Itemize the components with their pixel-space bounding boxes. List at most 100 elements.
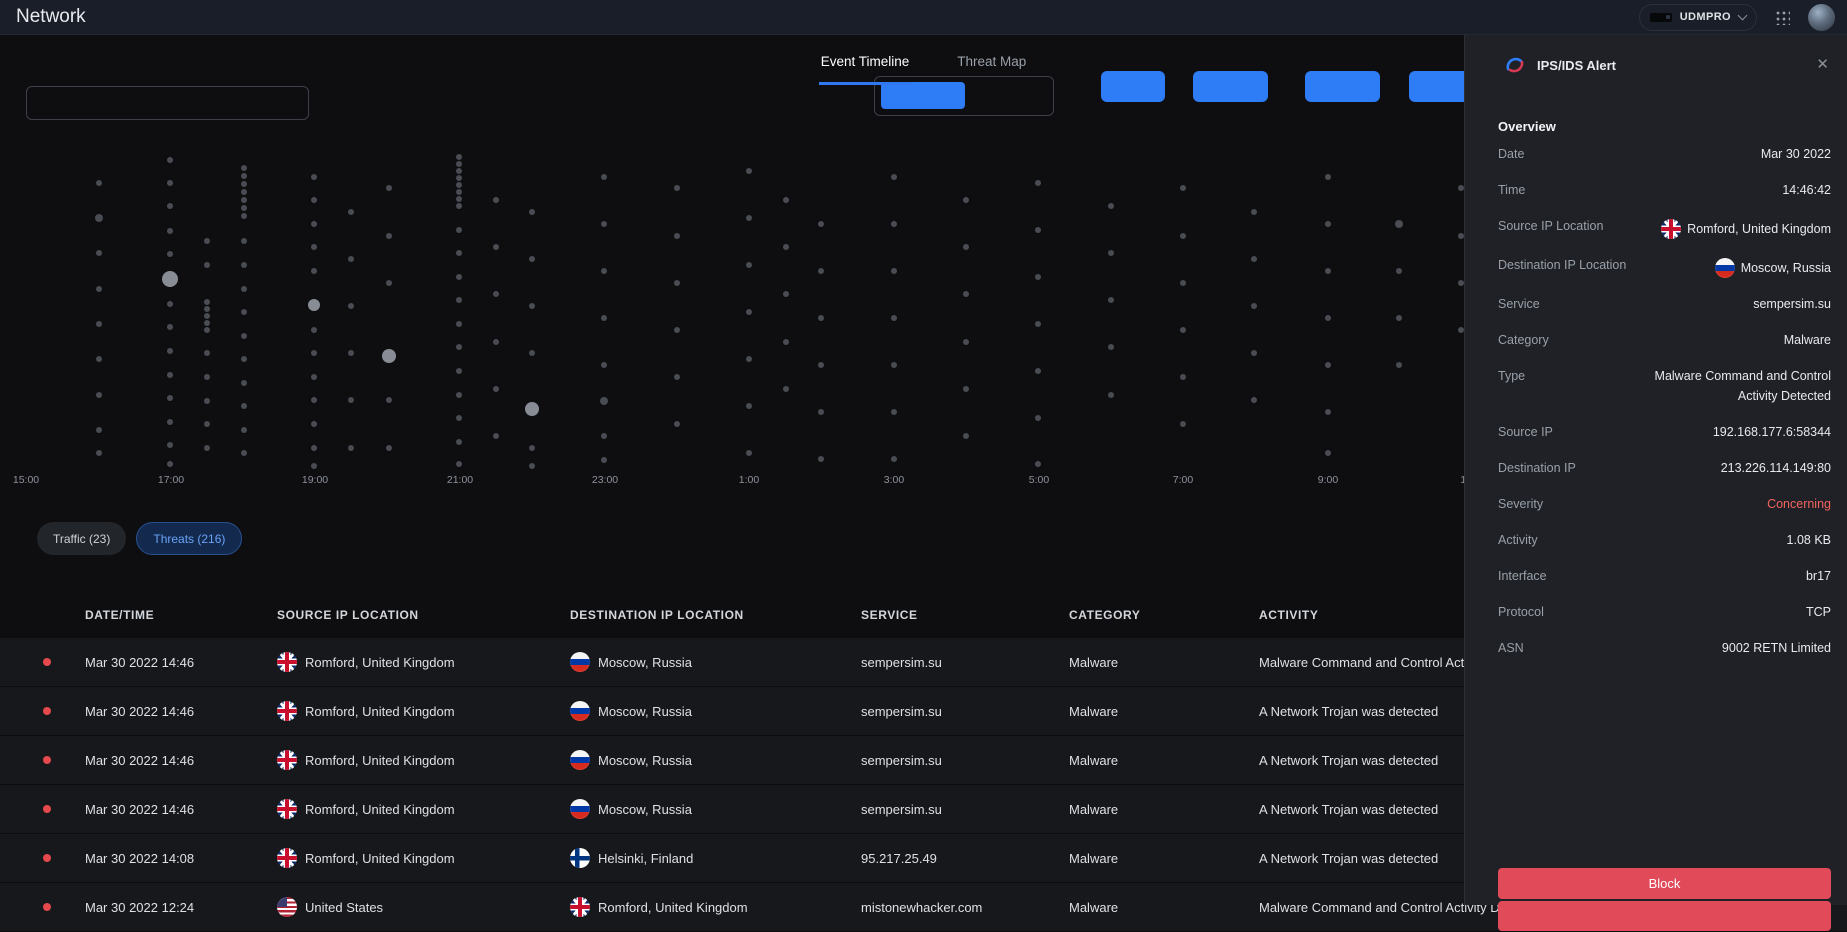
event-dot[interactable] [167,180,173,186]
event-dot[interactable] [601,174,607,180]
event-dot[interactable] [456,321,462,327]
event-dot[interactable] [1108,344,1114,350]
event-dot[interactable] [746,168,752,174]
event-dot[interactable] [241,356,247,362]
event-dot[interactable] [204,374,210,380]
event-dot[interactable] [746,262,752,268]
event-dot[interactable] [96,250,102,256]
event-dot[interactable] [167,442,173,448]
event-dot[interactable] [95,214,103,222]
event-dot[interactable] [386,233,392,239]
chip-traffic[interactable]: Traffic (23) [37,522,126,555]
event-dot[interactable] [1251,350,1257,356]
event-dot[interactable] [241,380,247,386]
event-dot[interactable] [204,299,210,305]
event-dot[interactable] [963,244,969,250]
event-dot[interactable] [348,445,354,451]
event-dot[interactable] [963,197,969,203]
event-dot[interactable] [456,154,462,160]
event-dot[interactable] [348,397,354,403]
event-dot[interactable] [891,456,897,462]
event-dot[interactable] [529,303,535,309]
event-dot[interactable] [493,386,499,392]
event-dot[interactable] [241,309,247,315]
event-dot[interactable] [456,189,462,195]
event-dot[interactable] [1035,180,1041,186]
event-dot[interactable] [311,244,317,250]
event-dot[interactable] [963,339,969,345]
event-dot[interactable] [674,421,680,427]
event-dot[interactable] [1035,368,1041,374]
event-dot[interactable] [1396,362,1402,368]
event-dot[interactable] [601,221,607,227]
event-dot[interactable] [241,286,247,292]
event-dot[interactable] [456,168,462,174]
event-dot[interactable] [1035,321,1041,327]
secondary-action-button[interactable] [1498,901,1831,931]
event-dot[interactable] [746,403,752,409]
event-dot[interactable] [348,209,354,215]
event-dot[interactable] [96,356,102,362]
event-dot[interactable] [204,313,210,319]
event-dot[interactable] [204,350,210,356]
event-dot[interactable] [167,301,173,307]
event-dot[interactable] [1180,374,1186,380]
event-dot[interactable] [1251,397,1257,403]
event-dot[interactable] [311,445,317,451]
time-range-active-option[interactable] [881,82,965,109]
event-dot[interactable] [529,209,535,215]
event-dot[interactable] [241,181,247,187]
event-dot[interactable] [783,244,789,250]
event-dot[interactable] [311,327,317,333]
event-dot[interactable] [601,315,607,321]
event-dot[interactable] [783,197,789,203]
event-dot[interactable] [204,445,210,451]
event-dot[interactable] [1035,227,1041,233]
event-dot[interactable] [204,238,210,244]
event-dot[interactable] [818,315,824,321]
event-dot[interactable] [386,445,392,451]
filter-dropdown[interactable] [26,86,309,120]
event-dot[interactable] [167,372,173,378]
event-dot[interactable] [311,463,317,469]
event-dot[interactable] [674,374,680,380]
event-dot[interactable] [493,433,499,439]
event-dot[interactable] [529,445,535,451]
tab-event-timeline[interactable]: Event Timeline [819,35,912,85]
event-dot[interactable] [167,324,173,330]
event-dot[interactable] [746,356,752,362]
event-dot[interactable] [1325,174,1331,180]
event-dot[interactable] [241,205,247,211]
event-dot[interactable] [493,197,499,203]
event-dot[interactable] [96,286,102,292]
event-dot[interactable] [96,427,102,433]
event-dot[interactable] [1395,220,1403,228]
event-dot[interactable] [1325,315,1331,321]
event-dot[interactable] [891,174,897,180]
event-dot[interactable] [204,306,210,312]
event-dot[interactable] [493,244,499,250]
event-dot[interactable] [529,350,535,356]
event-dot[interactable] [1180,327,1186,333]
event-dot[interactable] [241,333,247,339]
event-dot[interactable] [167,348,173,354]
event-dot[interactable] [348,303,354,309]
event-dot[interactable] [493,291,499,297]
event-dot[interactable] [1180,280,1186,286]
event-dot[interactable] [1325,221,1331,227]
event-dot[interactable] [1180,185,1186,191]
event-dot[interactable] [525,402,539,416]
event-dot[interactable] [1251,209,1257,215]
event-dot[interactable] [167,157,173,163]
event-dot[interactable] [456,182,462,188]
event-dot[interactable] [1325,268,1331,274]
event-dot[interactable] [204,327,210,333]
event-dot[interactable] [1108,297,1114,303]
event-dot[interactable] [674,280,680,286]
event-dot[interactable] [382,349,396,363]
event-dot[interactable] [674,233,680,239]
event-dot[interactable] [456,227,462,233]
event-dot[interactable] [241,197,247,203]
avatar[interactable] [1808,4,1835,31]
event-dot[interactable] [167,251,173,257]
